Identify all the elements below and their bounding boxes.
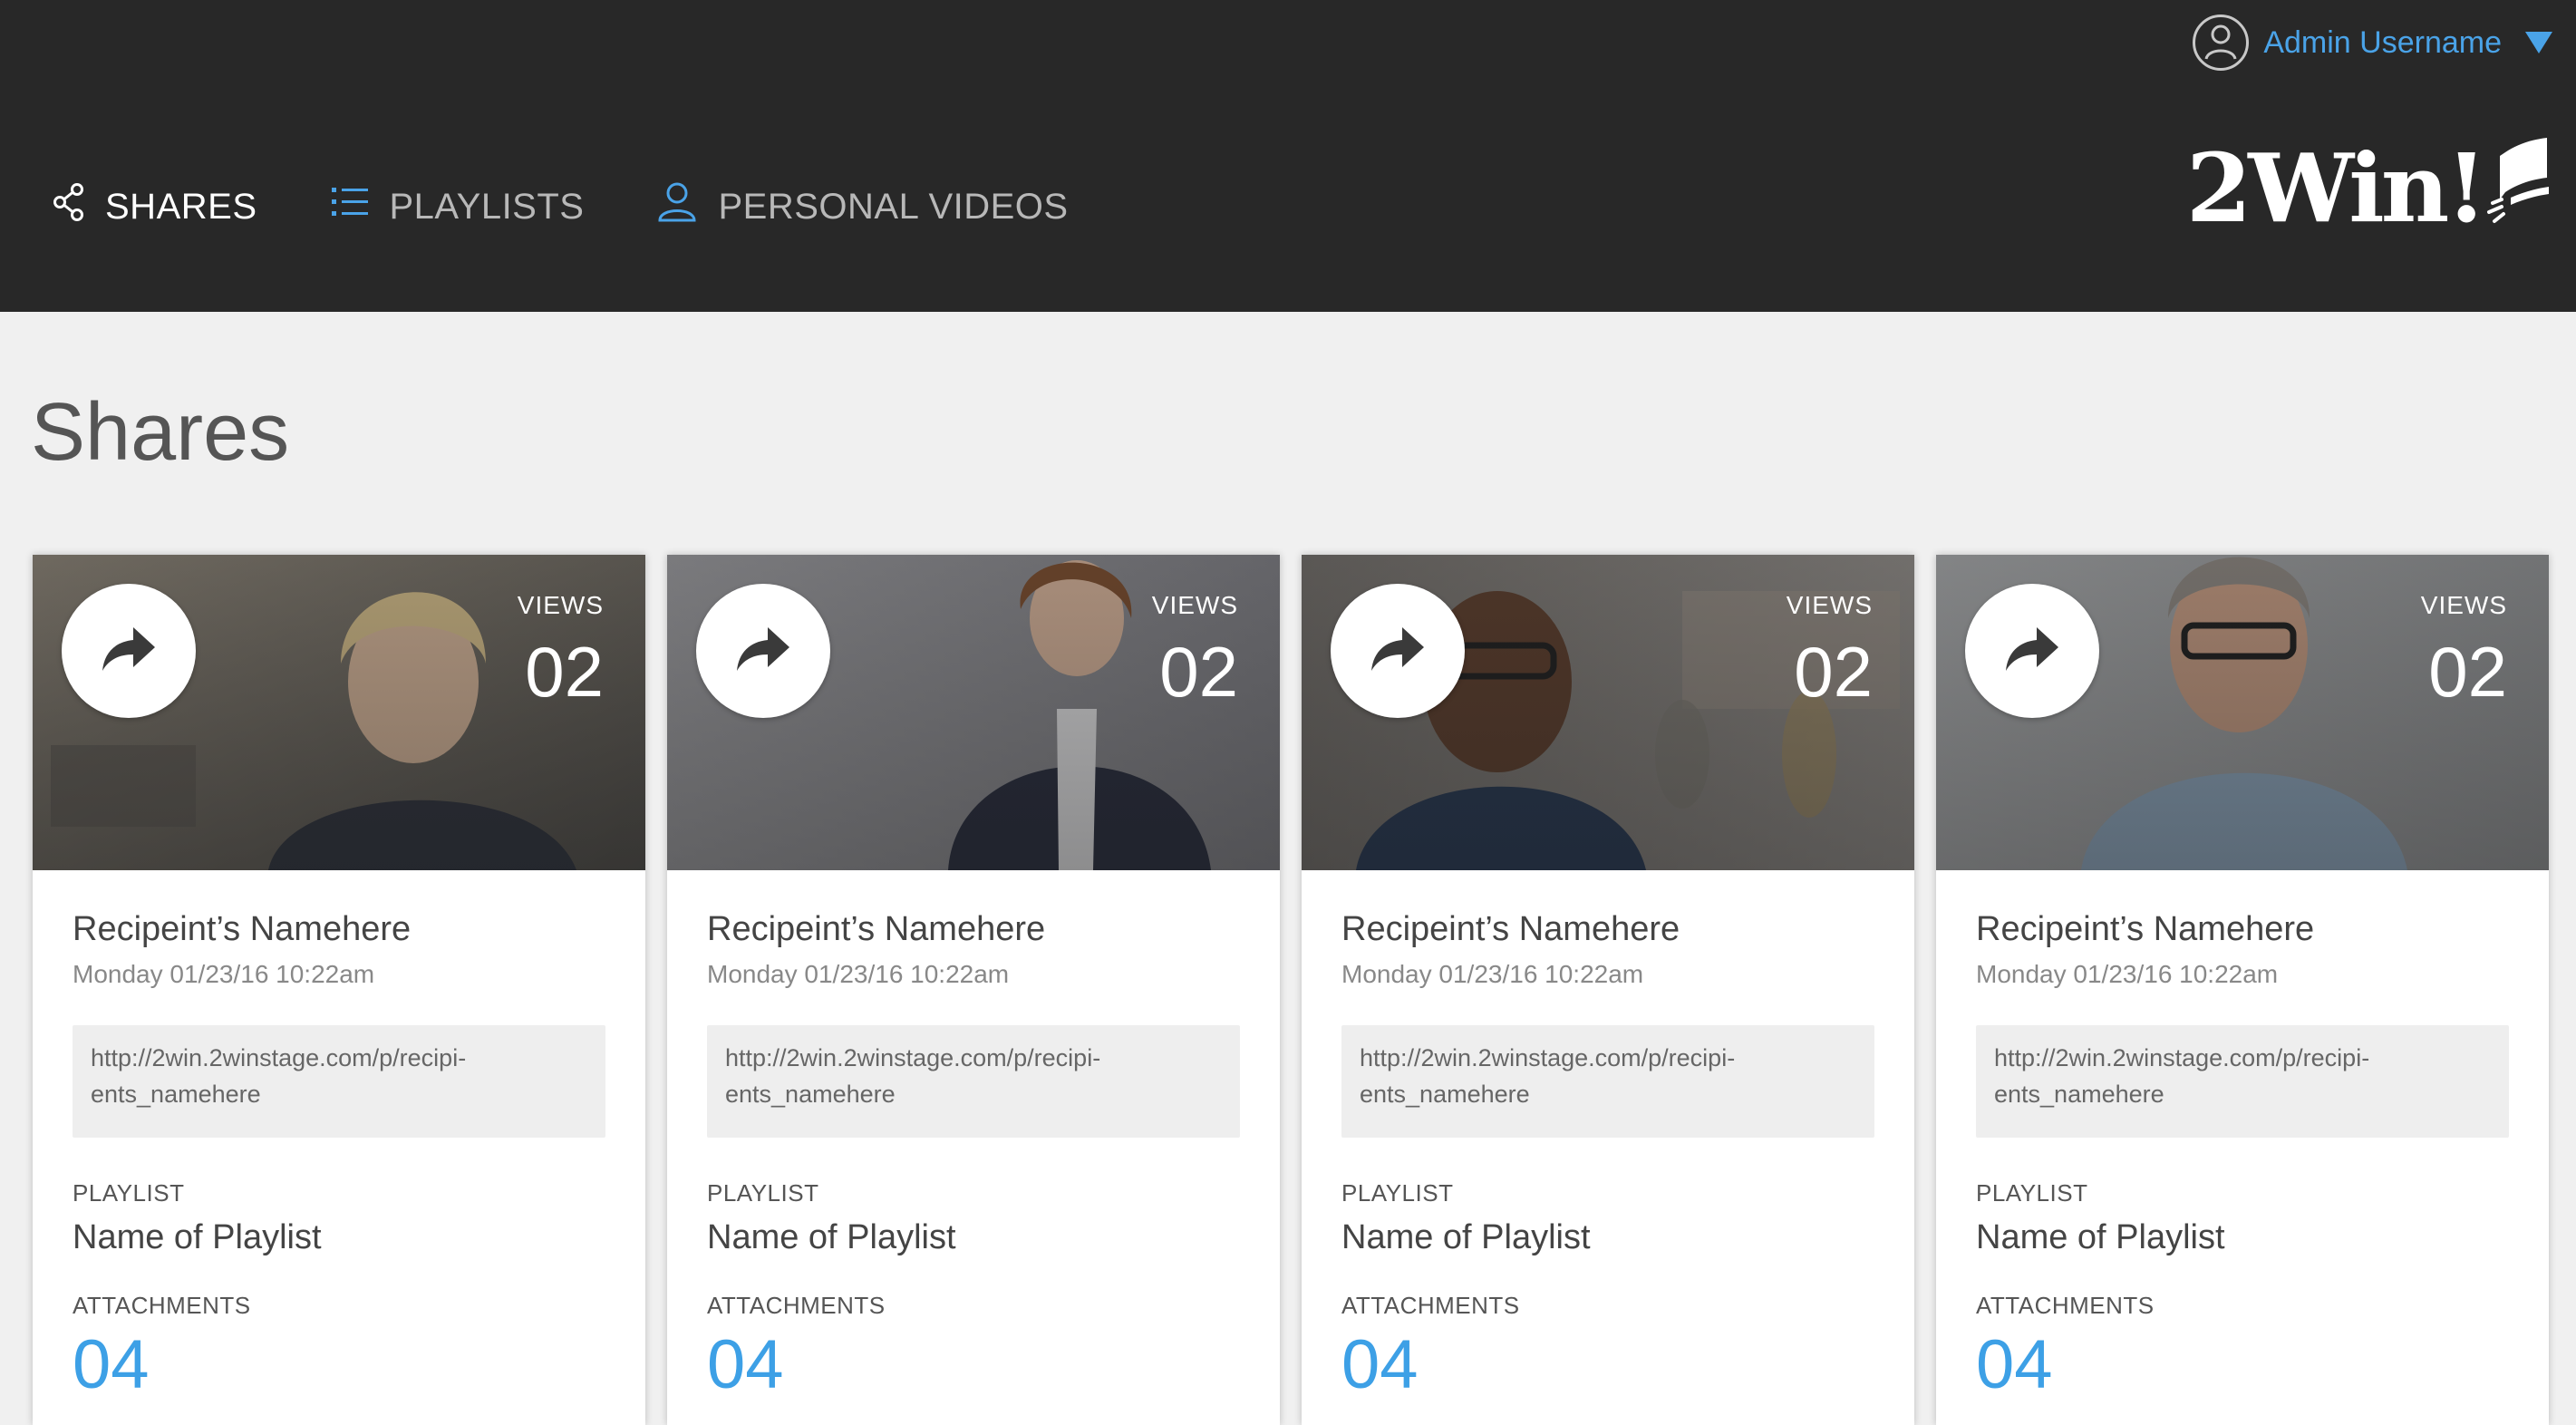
views-count: 02 bbox=[1794, 632, 1873, 712]
share-date: Monday 01/23/16 10:22am bbox=[1341, 960, 1644, 988]
recipient-name: Recipeint’s Namehere bbox=[707, 910, 1046, 948]
playlist-name: Name of Playlist bbox=[73, 1218, 322, 1256]
share-link-line-1: http://2win.2winstage.com/p/recipi- bbox=[1360, 1044, 1736, 1071]
flag-icon bbox=[2484, 134, 2552, 238]
playlist-name: Name of Playlist bbox=[707, 1218, 956, 1256]
card-details: Recipeint’s Namehere Monday 01/23/16 10:… bbox=[73, 870, 605, 1403]
attachments-count: 04 bbox=[1341, 1326, 1419, 1403]
video-thumbnail[interactable]: VIEWS 02 bbox=[33, 555, 645, 870]
share-icon bbox=[53, 182, 85, 231]
share-button[interactable] bbox=[1331, 584, 1465, 718]
card-details: Recipeint’s Namehere Monday 01/23/16 10:… bbox=[1976, 870, 2509, 1403]
attachments-count: 04 bbox=[707, 1326, 784, 1403]
video-thumbnail[interactable]: VIEWS 02 bbox=[1936, 555, 2549, 870]
views-count: 02 bbox=[525, 632, 604, 712]
user-menu[interactable]: Admin Username bbox=[2193, 13, 2552, 73]
share-arrow-icon bbox=[101, 625, 157, 677]
share-date: Monday 01/23/16 10:22am bbox=[1976, 960, 2279, 988]
share-arrow-icon bbox=[2004, 625, 2060, 677]
share-link-line-2: ents_namehere bbox=[1360, 1081, 1530, 1108]
logo-text: 2Win! bbox=[2185, 132, 2487, 244]
views-label: VIEWS bbox=[2420, 591, 2507, 619]
playlist-name: Name of Playlist bbox=[1341, 1218, 1591, 1256]
nav-tab-personal-videos[interactable]: PERSONAL VIDEOS bbox=[656, 180, 1068, 233]
views-count: 02 bbox=[2428, 632, 2507, 712]
attachments-label: ATTACHMENTS bbox=[1341, 1292, 1520, 1319]
playlist-name: Name of Playlist bbox=[1976, 1218, 2225, 1256]
attachments-count: 04 bbox=[73, 1326, 150, 1403]
recipient-name: Recipeint’s Namehere bbox=[1976, 910, 2315, 948]
share-link-line-2: ents_namehere bbox=[725, 1081, 896, 1108]
share-button[interactable] bbox=[1965, 584, 2099, 718]
recipient-name: Recipeint’s Namehere bbox=[73, 910, 412, 948]
nav-tab-shares-label: SHARES bbox=[105, 186, 257, 227]
share-card[interactable]: VIEWS 02 Recipeint’s Namehere Monday 01/… bbox=[1302, 555, 1914, 1425]
video-thumbnail[interactable]: VIEWS 02 bbox=[667, 555, 1280, 870]
share-card[interactable]: VIEWS 02 Recipeint’s Namehere Monday 01/… bbox=[667, 555, 1280, 1425]
share-date: Monday 01/23/16 10:22am bbox=[73, 960, 375, 988]
share-date: Monday 01/23/16 10:22am bbox=[707, 960, 1010, 988]
nav-tab-playlists[interactable]: PLAYLISTS bbox=[330, 184, 585, 229]
person-icon bbox=[656, 180, 698, 233]
attachments-label: ATTACHMENTS bbox=[707, 1292, 886, 1319]
nav-tab-playlists-label: PLAYLISTS bbox=[389, 186, 585, 227]
chevron-down-icon[interactable] bbox=[2525, 32, 2552, 53]
share-link-line-2: ents_namehere bbox=[91, 1081, 261, 1108]
playlist-label: PLAYLIST bbox=[73, 1179, 185, 1207]
nav-tab-shares[interactable]: SHARES bbox=[53, 182, 257, 231]
playlist-label: PLAYLIST bbox=[707, 1179, 819, 1207]
attachments-count: 04 bbox=[1976, 1326, 2053, 1403]
user-name[interactable]: Admin Username bbox=[2263, 25, 2502, 61]
share-arrow-icon bbox=[735, 625, 791, 677]
brand-logo: 2Win! bbox=[2186, 134, 2552, 243]
share-link-line-1: http://2win.2winstage.com/p/recipi- bbox=[725, 1044, 1101, 1071]
share-button[interactable] bbox=[62, 584, 196, 718]
main-nav: SHARES PLAYLISTS PERSONAL VIDEOS bbox=[53, 178, 1141, 236]
attachments-label: ATTACHMENTS bbox=[73, 1292, 251, 1319]
share-link-field[interactable]: http://2win.2winstage.com/p/recipi- ents… bbox=[1976, 1025, 2509, 1138]
list-icon bbox=[330, 184, 370, 229]
card-details: Recipeint’s Namehere Monday 01/23/16 10:… bbox=[1341, 870, 1874, 1403]
nav-tab-personal-videos-label: PERSONAL VIDEOS bbox=[718, 186, 1069, 227]
share-link-field[interactable]: http://2win.2winstage.com/p/recipi- ents… bbox=[707, 1025, 1240, 1138]
share-link-field[interactable]: http://2win.2winstage.com/p/recipi- ents… bbox=[73, 1025, 605, 1138]
share-arrow-icon bbox=[1370, 625, 1426, 677]
top-navigation-bar: Admin Username SHARES PLAYLISTS PERSONAL… bbox=[0, 0, 2576, 312]
views-label: VIEWS bbox=[1786, 591, 1873, 619]
views-label: VIEWS bbox=[1151, 591, 1238, 619]
video-thumbnail[interactable]: VIEWS 02 bbox=[1302, 555, 1914, 870]
views-label: VIEWS bbox=[517, 591, 604, 619]
share-link-field[interactable]: http://2win.2winstage.com/p/recipi- ents… bbox=[1341, 1025, 1874, 1138]
share-card[interactable]: VIEWS 02 Recipeint’s Namehere Monday 01/… bbox=[33, 555, 645, 1425]
playlist-label: PLAYLIST bbox=[1341, 1179, 1454, 1207]
playlist-label: PLAYLIST bbox=[1976, 1179, 2088, 1207]
page-title: Shares bbox=[31, 387, 290, 478]
card-details: Recipeint’s Namehere Monday 01/23/16 10:… bbox=[707, 870, 1240, 1403]
views-count: 02 bbox=[1159, 632, 1238, 712]
share-link-line-2: ents_namehere bbox=[1994, 1081, 2164, 1108]
user-avatar-icon bbox=[2193, 15, 2250, 71]
share-card[interactable]: VIEWS 02 Recipeint’s Namehere Monday 01/… bbox=[1936, 555, 2549, 1425]
share-link-line-1: http://2win.2winstage.com/p/recipi- bbox=[91, 1044, 467, 1071]
share-link-line-1: http://2win.2winstage.com/p/recipi- bbox=[1994, 1044, 2370, 1071]
recipient-name: Recipeint’s Namehere bbox=[1341, 910, 1680, 948]
share-button[interactable] bbox=[696, 584, 830, 718]
attachments-label: ATTACHMENTS bbox=[1976, 1292, 2155, 1319]
